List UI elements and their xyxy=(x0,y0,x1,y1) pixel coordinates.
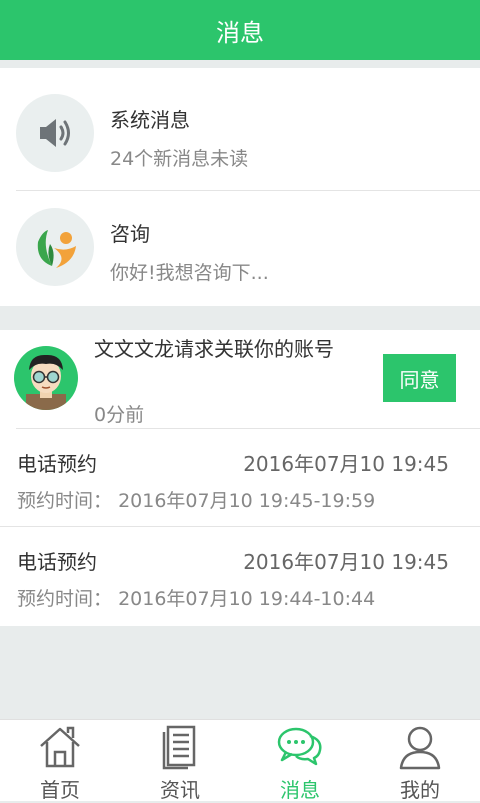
system-message-title: 系统消息 xyxy=(110,108,190,132)
tab-profile-label: 我的 xyxy=(400,778,440,802)
appointment-time-value: 2016年07月10 19:44-10:44 xyxy=(118,588,376,610)
appointment-time: 预约时间： 2016年07月10 19:45-19:59 xyxy=(17,486,375,513)
page-title: 消息 xyxy=(216,18,264,47)
list-item-consultation[interactable]: 咨询 你好!我想咨询下... xyxy=(0,182,480,296)
appointment-time: 预约时间： 2016年07月10 19:44-10:44 xyxy=(17,584,375,611)
appointment-date: 2016年07月10 19:45 xyxy=(243,452,449,476)
tab-home[interactable]: 首页 xyxy=(0,720,120,802)
appointment-time-value: 2016年07月10 19:45-19:59 xyxy=(118,490,376,512)
avatar xyxy=(14,346,78,410)
tab-messages-label: 消息 xyxy=(280,778,320,802)
tab-profile[interactable]: 我的 xyxy=(360,720,480,802)
speaker-icon xyxy=(16,94,94,172)
system-message-subtitle: 24个新消息未读 xyxy=(110,148,249,170)
appointment-date: 2016年07月10 19:45 xyxy=(243,550,449,574)
tab-home-label: 首页 xyxy=(40,778,80,802)
consultation-title: 咨询 xyxy=(110,222,150,246)
chat-icon xyxy=(277,727,322,766)
app-header: 消息 xyxy=(0,0,480,60)
tab-messages[interactable]: 消息 xyxy=(240,720,360,802)
consult-logo-icon xyxy=(16,208,94,286)
consultation-subtitle: 你好!我想咨询下... xyxy=(110,262,269,284)
profile-icon xyxy=(399,726,441,770)
appointment-time-label: 预约时间： xyxy=(17,490,113,512)
agree-button[interactable]: 同意 xyxy=(383,354,456,402)
tab-news-label: 资讯 xyxy=(160,778,200,802)
home-icon xyxy=(40,726,80,768)
news-icon xyxy=(162,725,196,770)
appointment-type: 电话预约 xyxy=(17,550,97,574)
association-request: 文文文龙请求关联你的账号 0分前 同意 xyxy=(0,330,480,428)
list-item-system-messages[interactable]: 系统消息 24个新消息未读 xyxy=(0,68,480,182)
message-list: 系统消息 24个新消息未读 咨询 你好!我想咨询下... xyxy=(0,68,480,306)
notification-list: 文文文龙请求关联你的账号 0分前 同意 电话预约 2016年07月10 19:4… xyxy=(0,330,480,626)
appointment-item[interactable]: 电话预约 2016年07月10 19:45 预约时间： 2016年07月10 1… xyxy=(0,428,480,526)
appointment-time-label: 预约时间： xyxy=(17,588,113,610)
request-text: 文文文龙请求关联你的账号 xyxy=(94,337,334,361)
tab-news[interactable]: 资讯 xyxy=(120,720,240,802)
bottom-tab-bar: 首页 资讯 消息 我的 xyxy=(0,719,480,802)
appointment-item[interactable]: 电话预约 2016年07月10 19:45 预约时间： 2016年07月10 1… xyxy=(0,526,480,624)
appointment-type: 电话预约 xyxy=(17,452,97,476)
request-time: 0分前 xyxy=(94,404,145,426)
